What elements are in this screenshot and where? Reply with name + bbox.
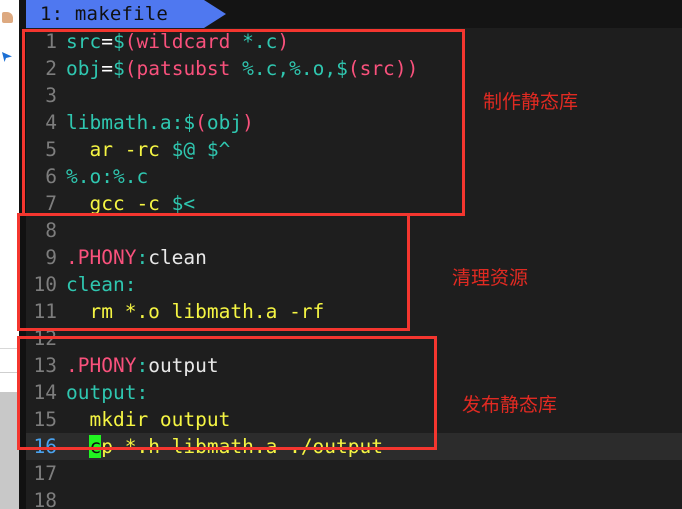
line-number: 8: [45, 219, 57, 242]
code-editor-area[interactable]: 1 src=$(wildcard *.c) 2 obj=$(patsubst %.c,…: [26, 28, 682, 509]
code-line-text[interactable]: output:: [66, 381, 148, 404]
line-number: 2: [45, 57, 57, 80]
annotation-label-publish-static-lib: 发布静态库: [462, 394, 558, 416]
editor-tab-bar[interactable]: 1: makefile: [19, 0, 682, 28]
code-line-text[interactable]: ar -rc $@ $^: [66, 138, 230, 161]
code-line[interactable]: 12: [26, 325, 682, 352]
code-line[interactable]: 5 ar -rc $@ $^: [26, 136, 682, 163]
line-number: 10: [33, 273, 57, 296]
tab-makefile[interactable]: 1: makefile: [26, 0, 226, 28]
code-line[interactable]: 14 output:: [26, 379, 682, 406]
pin-icon: [2, 52, 12, 62]
line-number: 13: [33, 354, 57, 377]
code-line[interactable]: 15 mkdir output: [26, 406, 682, 433]
line-number: 18: [33, 489, 57, 509]
line-number: 12: [33, 327, 57, 350]
code-line[interactable]: 3: [26, 82, 682, 109]
divider: [0, 372, 19, 373]
annotation-label-make-static-lib: 制作静态库: [483, 91, 579, 113]
line-number: 1: [45, 30, 57, 53]
code-line-text[interactable]: rm *.o libmath.a -rf: [66, 300, 324, 323]
folder-icon: [2, 12, 13, 23]
code-line-text[interactable]: gcc -c $<: [66, 192, 195, 215]
line-number: 16: [33, 435, 57, 458]
line-number: 4: [45, 111, 57, 134]
line-number: 15: [33, 408, 57, 431]
line-number: 9: [45, 246, 57, 269]
code-line-text[interactable]: %.o:%.c: [66, 165, 148, 188]
code-line[interactable]: 13 .PHONY:output: [26, 352, 682, 379]
code-line[interactable]: 9 .PHONY:clean: [26, 244, 682, 271]
line-number: 6: [45, 165, 57, 188]
background-window-sliver[interactable]: [0, 0, 19, 509]
code-line-text[interactable]: .PHONY:clean: [66, 246, 207, 269]
code-line-text[interactable]: obj=$(patsubst %.c,%.o,$(src)): [66, 57, 418, 80]
code-line-text[interactable]: libmath.a:$(obj): [66, 111, 254, 134]
line-number: 5: [45, 138, 57, 161]
line-number: 11: [33, 300, 57, 323]
code-line-text[interactable]: src=$(wildcard *.c): [66, 30, 289, 53]
code-line[interactable]: 2 obj=$(patsubst %.c,%.o,$(src)): [26, 55, 682, 82]
code-line-text[interactable]: cp *.h libmath.a ./output: [66, 435, 383, 458]
line-number: 7: [45, 192, 57, 215]
background-window-panel: [0, 392, 19, 509]
annotation-label-clean-resources: 清理资源: [452, 267, 529, 289]
code-line[interactable]: 8: [26, 217, 682, 244]
code-line[interactable]: 4 libmath.a:$(obj): [26, 109, 682, 136]
editor-left-edge: [19, 0, 26, 509]
code-line[interactable]: 17: [26, 460, 682, 487]
code-line[interactable]: 1 src=$(wildcard *.c): [26, 28, 682, 55]
code-line[interactable]: 7 gcc -c $<: [26, 190, 682, 217]
terminal-window[interactable]: 1: makefile 1 src=$(wildcard *.c) 2 obj=$(p…: [19, 0, 682, 509]
line-number: 14: [33, 381, 57, 404]
code-line[interactable]: 18: [26, 487, 682, 509]
divider: [0, 348, 19, 349]
code-line[interactable]: 6 %.o:%.c: [26, 163, 682, 190]
line-number: 17: [33, 462, 57, 485]
code-line-text[interactable]: clean:: [66, 273, 136, 296]
code-line[interactable]: 11 rm *.o libmath.a -rf: [26, 298, 682, 325]
code-line-text[interactable]: .PHONY:output: [66, 354, 219, 377]
line-number: 3: [45, 84, 57, 107]
code-line[interactable]: 10 clean:: [26, 271, 682, 298]
code-line-current[interactable]: 16 cp *.h libmath.a ./output: [26, 433, 682, 460]
code-line-text[interactable]: mkdir output: [66, 408, 230, 431]
